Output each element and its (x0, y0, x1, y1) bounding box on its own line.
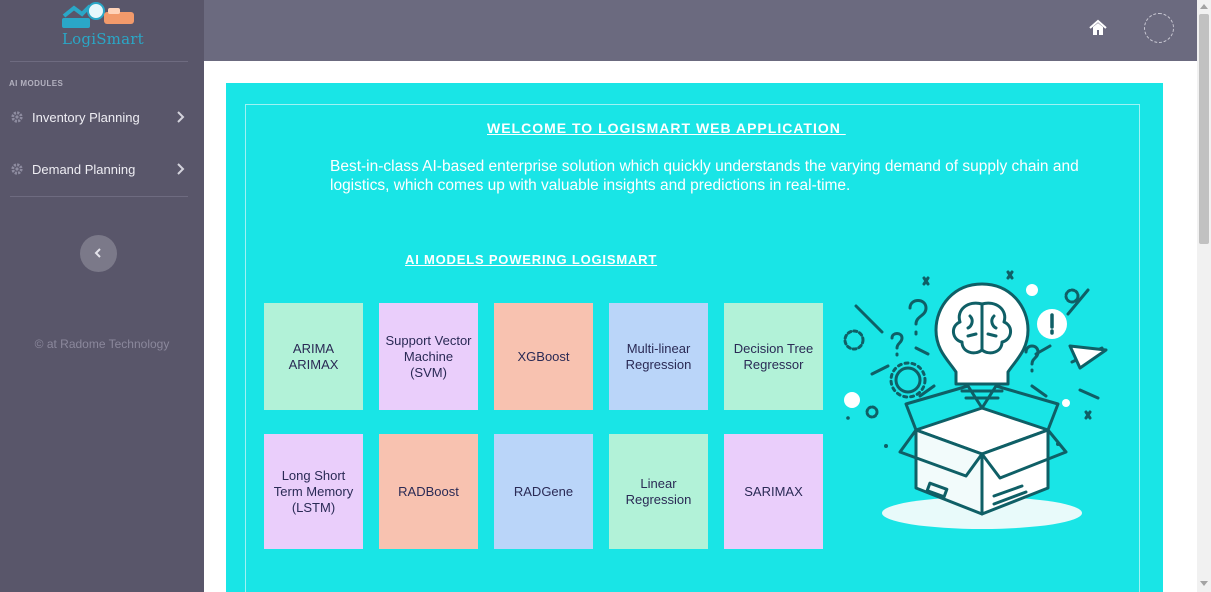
model-tile-radgene[interactable]: RADGene (494, 434, 593, 549)
topbar (204, 0, 1197, 61)
scroll-down-arrow[interactable] (1200, 581, 1208, 586)
model-label: Multi-linear Regression (625, 340, 692, 372)
welcome-title: WELCOME TO LOGISMART WEB APPLICATION (487, 120, 846, 136)
model-tile-arima[interactable]: ARIMA ARIMAX (264, 303, 363, 410)
logo-icon (62, 2, 134, 28)
model-tile-svm[interactable]: Support Vector Machine (SVM) (379, 303, 478, 410)
model-label: Long Short Term Memory (LSTM) (273, 467, 354, 515)
model-tile-sarimax[interactable]: SARIMAX (724, 434, 823, 549)
model-tile-xgboost[interactable]: XGBoost (494, 303, 593, 410)
avatar[interactable] (1144, 13, 1174, 43)
app-description: Best-in-class AI-based enterprise soluti… (330, 158, 1079, 194)
scroll-thumb[interactable] (1199, 14, 1209, 244)
sidebar-item-inventory-planning[interactable]: Inventory Planning (0, 105, 204, 131)
logo[interactable]: LogiSmart (56, 2, 144, 50)
model-label: XGBoost (517, 348, 570, 364)
home-icon[interactable] (1089, 19, 1107, 37)
ai-idea-illustration (843, 270, 1108, 529)
chevron-right-icon (177, 111, 185, 123)
model-label: Decision Tree Regressor (733, 340, 814, 372)
gear-icon (11, 163, 23, 175)
model-label: RADBoost (398, 483, 459, 499)
sidebar-divider (10, 196, 188, 197)
copyright-text: © at Radome Technology (34, 337, 170, 351)
sidebar-item-label: Inventory Planning (32, 110, 140, 125)
model-label: ARIMA ARIMAX (288, 340, 339, 372)
sidebar: LogiSmart AI MODULES Inventory Planning … (0, 0, 204, 592)
gear-icon (11, 111, 23, 123)
scroll-up-arrow[interactable] (1200, 4, 1208, 9)
sidebar-item-label: Demand Planning (32, 162, 136, 177)
sidebar-item-demand-planning[interactable]: Demand Planning (0, 157, 204, 183)
sidebar-section-label: AI MODULES (9, 79, 64, 88)
model-tile-linear-regression[interactable]: Linear Regression (609, 434, 708, 549)
model-tile-lstm[interactable]: Long Short Term Memory (LSTM) (264, 434, 363, 549)
model-label: RADGene (513, 483, 574, 499)
sidebar-divider (10, 61, 188, 62)
sidebar-collapse-button[interactable] (80, 235, 117, 272)
scrollbar[interactable] (1197, 0, 1211, 592)
chevron-left-icon (94, 248, 101, 258)
model-label: Linear Regression (625, 475, 692, 507)
model-label: Support Vector Machine (SVM) (385, 332, 472, 380)
model-tile-decision-tree[interactable]: Decision Tree Regressor (724, 303, 823, 410)
model-tile-radboost[interactable]: RADBoost (379, 434, 478, 549)
model-tile-multilinear[interactable]: Multi-linear Regression (609, 303, 708, 410)
model-label: SARIMAX (744, 483, 803, 499)
models-title: AI MODELS POWERING LOGISMART (405, 252, 658, 267)
chevron-right-icon (177, 163, 185, 175)
logo-text: LogiSmart (62, 30, 144, 48)
